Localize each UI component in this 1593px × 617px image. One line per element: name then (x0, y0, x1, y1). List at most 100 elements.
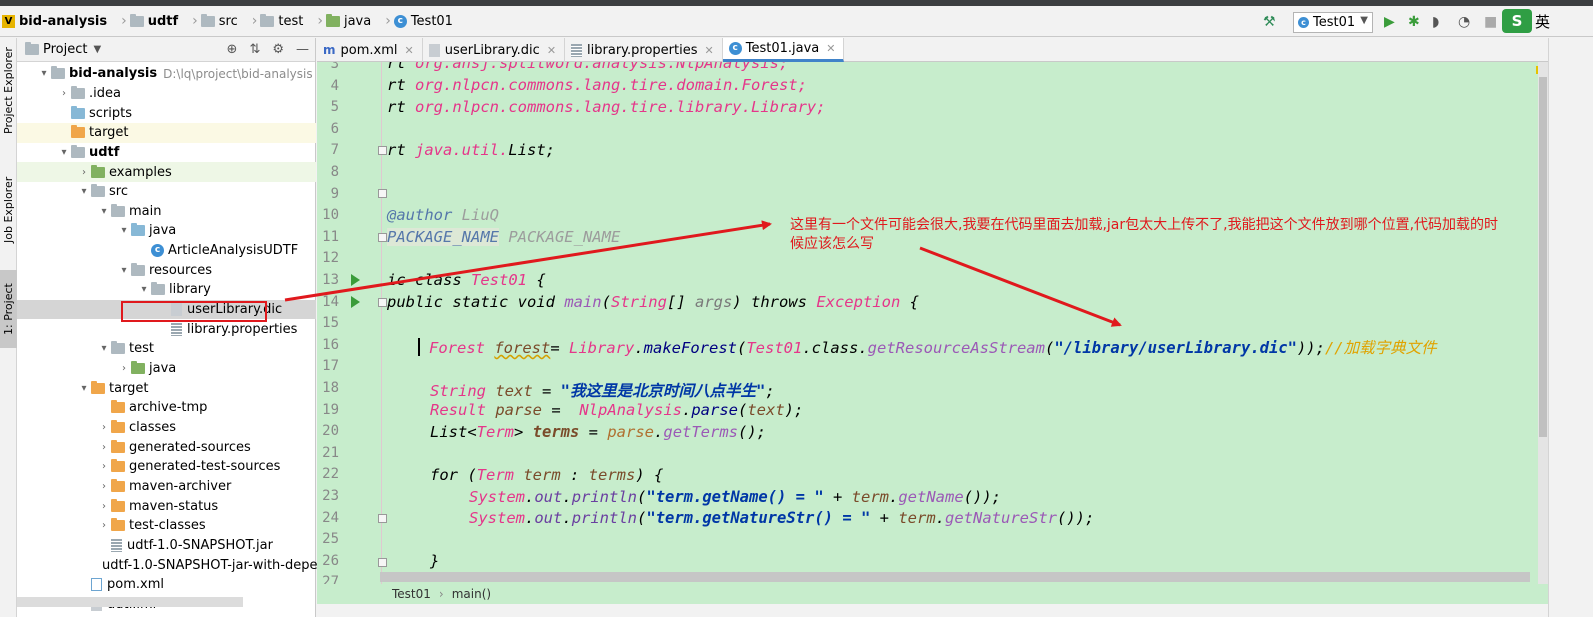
code-line-18: String text = "我这里是北京时间八点半生"; (430, 382, 775, 400)
tree-item[interactable]: › classes (17, 418, 316, 438)
chevron-right-icon[interactable]: › (57, 88, 71, 99)
breadcrumb-file[interactable]: › c Test01 (375, 11, 457, 31)
properties-icon (571, 43, 583, 57)
breadcrumb-java[interactable]: › java (307, 11, 375, 31)
coverage-icon[interactable]: ◗ (1432, 14, 1439, 30)
chevron-down-icon[interactable]: ▾ (137, 284, 151, 295)
fold-marker-icon[interactable] (378, 514, 387, 523)
chevron-down-icon[interactable]: ▼ (93, 44, 101, 55)
file-icon (91, 578, 102, 592)
tree-item[interactable]: › generated-sources (17, 437, 316, 457)
tree-item[interactable]: › java (17, 359, 316, 379)
fold-marker-icon[interactable] (378, 189, 387, 198)
tree-item[interactable]: › examples (17, 162, 316, 182)
chevron-right-icon[interactable]: › (77, 167, 91, 178)
stop-icon[interactable]: ■ (1484, 14, 1497, 30)
tab-userlibrary-dic[interactable]: userLibrary.dic ✕ (423, 38, 566, 62)
chevron-down-icon[interactable]: ▾ (77, 383, 91, 394)
collapse-icon[interactable]: ⇅ (249, 42, 260, 57)
close-icon[interactable]: ✕ (405, 44, 414, 57)
close-icon[interactable]: ✕ (826, 42, 835, 55)
tree-item[interactable]: › maven-status (17, 496, 316, 516)
tree-item[interactable]: ▾ resources (17, 261, 316, 281)
chevron-down-icon[interactable]: ▾ (117, 225, 131, 236)
chevron-down-icon[interactable]: ▾ (57, 147, 71, 158)
run-gutter-icon[interactable] (351, 274, 360, 286)
gear-icon[interactable]: ⚙ (272, 42, 284, 57)
breadcrumb-separator-icon: › (121, 13, 127, 29)
fold-marker-icon[interactable] (378, 233, 387, 242)
tab-project[interactable]: 1: Project (0, 270, 17, 348)
run-gutter-icon[interactable] (351, 296, 360, 308)
chevron-right-icon[interactable]: › (97, 461, 111, 472)
status-class[interactable]: Test01 (392, 587, 431, 601)
tree-item[interactable]: ▾ bid-analysis D:\lq\project\bid-analysis (17, 64, 316, 84)
profile-icon[interactable]: ◔ (1458, 14, 1470, 30)
tree-item[interactable]: udtf-1.0-SNAPSHOT.jar (17, 536, 316, 556)
tree-item[interactable]: target (17, 122, 316, 143)
chevron-right-icon[interactable]: › (97, 422, 111, 433)
breadcrumb-module[interactable]: › udtf (111, 11, 182, 31)
build-hammer-icon[interactable]: ⚒ (1263, 14, 1276, 30)
tab-label: Test01.java (745, 41, 820, 56)
chevron-down-icon[interactable]: ▾ (97, 343, 111, 354)
chevron-right-icon[interactable]: › (117, 363, 131, 374)
tree-item[interactable]: ▾ main (17, 202, 316, 222)
debug-icon[interactable]: ✱ (1408, 14, 1420, 30)
tab-pom-xml[interactable]: m pom.xml ✕ (317, 38, 423, 62)
chevron-down-icon[interactable]: ▾ (117, 265, 131, 276)
tree-item[interactable]: archive-tmp (17, 398, 316, 418)
chevron-down-icon[interactable]: ▾ (97, 206, 111, 217)
close-icon[interactable]: ✕ (547, 44, 556, 57)
run-icon[interactable]: ▶ (1384, 14, 1395, 30)
tree-item[interactable]: ▾ src (17, 182, 316, 202)
chevron-right-icon[interactable]: › (97, 442, 111, 453)
chevron-right-icon[interactable]: › (97, 481, 111, 492)
project-pane-title[interactable]: Project (43, 42, 87, 57)
ime-language-label[interactable]: 英 (1535, 11, 1550, 32)
run-configuration-select[interactable]: c Test01 ▼ (1293, 12, 1373, 33)
tree-item[interactable]: pom.xml (17, 575, 316, 595)
ime-logo-icon[interactable]: S (1502, 9, 1532, 33)
tree-item[interactable]: library.properties (17, 319, 316, 339)
file-icon (171, 322, 182, 336)
tree-item[interactable]: › test-classes (17, 516, 316, 536)
tree-item[interactable]: udtf-1.0-SNAPSHOT-jar-with-deper (17, 555, 323, 575)
editor-horizontal-scrollbar[interactable] (380, 572, 1530, 582)
tab-project-explorer[interactable]: Project Explorer (0, 44, 17, 138)
chevron-right-icon[interactable]: › (97, 520, 111, 531)
minimize-icon[interactable]: — (296, 42, 309, 57)
chevron-down-icon[interactable]: ▾ (37, 68, 51, 79)
project-pane-scrollbar[interactable] (17, 597, 243, 607)
chevron-down-icon[interactable]: ▾ (77, 186, 91, 197)
editor-vertical-scrollbar[interactable] (1538, 62, 1548, 584)
breadcrumb-project[interactable]: V bid-analysis (0, 11, 111, 31)
tree-item-label: ArticleAnalysisUDTF (168, 243, 299, 259)
locate-icon[interactable]: ⊕ (227, 42, 238, 57)
tab-job-explorer[interactable]: Job Explorer (0, 170, 17, 250)
tree-item[interactable]: scripts (17, 103, 316, 123)
breadcrumb-test[interactable]: › test (242, 11, 308, 31)
scrollbar-thumb[interactable] (1539, 77, 1547, 437)
tree-item[interactable]: ▾ udtf (17, 143, 316, 163)
project-view-icon (25, 42, 39, 55)
tab-library-properties[interactable]: library.properties ✕ (565, 38, 723, 62)
tree-item[interactable]: c ArticleAnalysisUDTF (17, 241, 316, 261)
tree-item[interactable]: ▾ java (17, 221, 316, 241)
chevron-right-icon[interactable]: › (97, 501, 111, 512)
tree-item[interactable]: ▾ test (17, 339, 316, 359)
status-method[interactable]: main() (452, 587, 491, 601)
tree-item[interactable]: › .idea (17, 84, 316, 104)
fold-marker-icon[interactable] (378, 298, 387, 307)
tree-item[interactable]: ▾ target (17, 378, 316, 398)
tree-item[interactable]: › generated-test-sources (17, 457, 316, 477)
code-line-11: PACKAGE_NAME PACKAGE_NAME (387, 228, 621, 246)
tree-item[interactable]: ▾ library (17, 280, 316, 300)
code-editor[interactable]: 3 4 5 6 7 8 9 10 11 12 13 14 15 16 17 18 19 20 21 22 23 24 25 2… (317, 62, 1548, 584)
breadcrumb-src[interactable]: › src (182, 11, 242, 31)
fold-marker-icon[interactable] (378, 146, 387, 155)
tab-test01-java[interactable]: c Test01.java ✕ (722, 38, 845, 62)
close-icon[interactable]: ✕ (705, 44, 714, 57)
fold-marker-icon[interactable] (378, 558, 387, 567)
tree-item[interactable]: › maven-archiver (17, 477, 316, 497)
